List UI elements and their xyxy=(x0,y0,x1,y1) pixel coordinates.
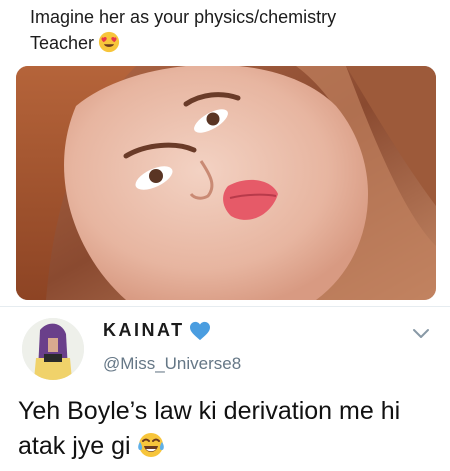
display-name[interactable]: KAINAT xyxy=(103,320,211,341)
tears-of-joy-icon xyxy=(137,433,164,457)
heart-eyes-emoji-icon xyxy=(98,31,120,53)
portrait-photo[interactable] xyxy=(16,66,436,300)
tweet-text-words: atak jye gi xyxy=(18,432,131,460)
divider xyxy=(0,306,450,307)
quoted-text-line-2: Teacher xyxy=(30,30,420,56)
tweet-text-line-1: Yeh Boyle’s law ki derivation me hi xyxy=(18,397,401,425)
display-name-text[interactable]: KAINAT xyxy=(103,320,185,341)
quoted-text-word: Teacher xyxy=(30,33,95,53)
user-handle[interactable]: @Miss_Universe8 xyxy=(103,354,241,374)
blue-heart-icon xyxy=(189,321,210,340)
chevron-down-icon[interactable] xyxy=(412,328,430,340)
quoted-text-line-1: Imagine her as your physics/chemistry xyxy=(30,7,337,27)
tweet-text: Yeh Boyle’s law ki derivation me hi atak… xyxy=(18,394,438,464)
avatar[interactable] xyxy=(22,318,84,380)
tweet-text-line-2: atak jye gi xyxy=(18,429,438,464)
quoted-tweet-text: Imagine her as your physics/chemistry Te… xyxy=(30,4,420,56)
